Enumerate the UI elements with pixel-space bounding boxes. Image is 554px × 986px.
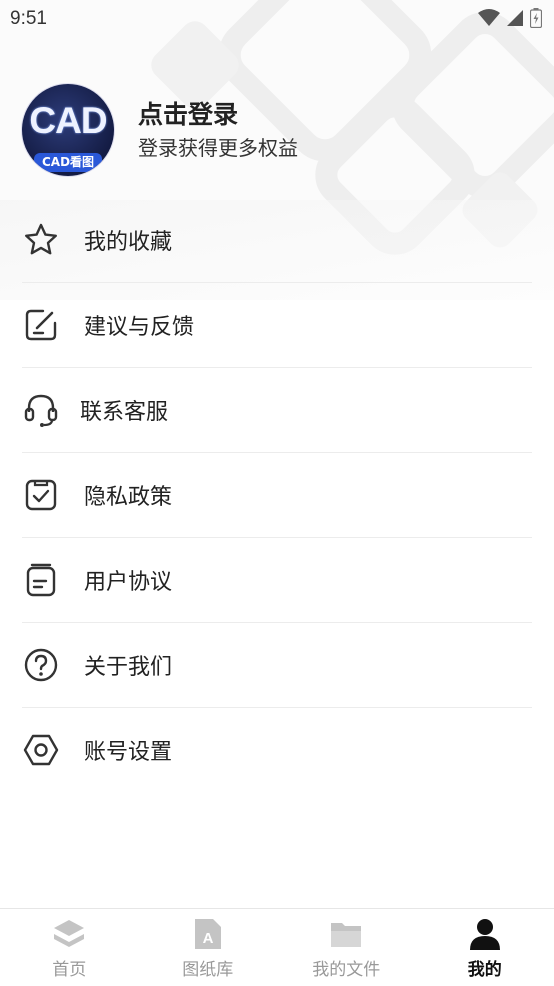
svg-text:A: A: [202, 930, 213, 947]
tab-mine[interactable]: 我的: [416, 909, 554, 986]
menu-item-label: 隐私政策: [84, 479, 172, 511]
menu-item-user-agreement[interactable]: 用户协议: [22, 538, 532, 623]
layers-icon: [52, 917, 86, 951]
hex-settings-icon: [22, 731, 60, 769]
menu-item-label: 账号设置: [84, 734, 172, 766]
star-icon: [22, 221, 60, 259]
menu-item-label: 我的收藏: [84, 224, 172, 256]
status-time: 9:51: [10, 8, 47, 30]
battery-icon: [530, 8, 542, 28]
tab-label: 首页: [52, 955, 86, 980]
avatar[interactable]: CAD CAD看图: [22, 84, 114, 176]
question-circle-icon: [22, 646, 60, 684]
menu-item-label: 联系客服: [80, 394, 168, 426]
signal-icon: [506, 9, 524, 27]
menu-item-privacy-policy[interactable]: 隐私政策: [22, 453, 532, 538]
menu-item-account-settings[interactable]: 账号设置: [22, 708, 532, 792]
menu-item-customer-service[interactable]: 联系客服: [22, 368, 532, 453]
edit-note-icon: [22, 306, 60, 344]
tab-label: 我的文件: [312, 955, 380, 980]
check-clipboard-icon: [22, 476, 60, 514]
document-icon: [22, 561, 60, 599]
tab-label: 我的: [468, 955, 502, 980]
login-title[interactable]: 点击登录: [138, 99, 298, 131]
bottom-tab-bar: 首页 A 图纸库 我的文件 我的: [0, 908, 554, 986]
menu-item-about-us[interactable]: 关于我们: [22, 623, 532, 708]
tab-home[interactable]: 首页: [0, 909, 139, 986]
menu-item-label: 关于我们: [84, 649, 172, 681]
menu-item-label: 建议与反馈: [84, 309, 194, 341]
avatar-badge: CAD看图: [34, 153, 102, 172]
menu-item-feedback[interactable]: 建议与反馈: [22, 283, 532, 368]
person-icon: [468, 917, 502, 951]
status-bar: 9:51: [0, 0, 554, 38]
menu-list: 我的收藏 建议与反馈 联系客服 隐私政策 用户协议 关于我们 账号设置: [22, 198, 532, 792]
tab-drawings[interactable]: A 图纸库: [139, 909, 278, 986]
profile-header[interactable]: CAD CAD看图 点击登录 登录获得更多权益: [22, 84, 298, 176]
tab-my-files[interactable]: 我的文件: [277, 909, 416, 986]
wifi-icon: [478, 9, 500, 27]
menu-item-favorites[interactable]: 我的收藏: [22, 198, 532, 283]
login-subtitle: 登录获得更多权益: [138, 135, 298, 161]
folder-icon: [329, 917, 363, 951]
tab-label: 图纸库: [182, 955, 233, 980]
headset-icon: [22, 391, 60, 429]
avatar-logo-text: CAD: [22, 100, 114, 142]
menu-item-label: 用户协议: [84, 564, 172, 596]
drawing-file-icon: A: [191, 917, 225, 951]
